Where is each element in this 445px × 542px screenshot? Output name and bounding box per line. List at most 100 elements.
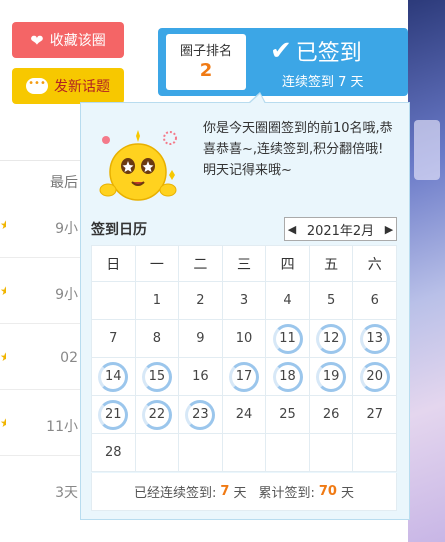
day-number: 21	[98, 399, 129, 430]
total-value: 70	[318, 484, 337, 499]
weekday-label: 五	[309, 246, 354, 282]
day-number: 7	[109, 331, 118, 346]
signed-day-cell: 19	[309, 358, 354, 396]
list-row[interactable]: 3天	[0, 460, 80, 522]
month-selector: ◀ 2021年2月 ▶	[284, 217, 397, 241]
calendar-summary: 已经连续签到: 7 天 累计签到: 70 天	[91, 473, 397, 511]
day-cell: 1	[135, 282, 180, 320]
day-number: 9	[196, 331, 205, 346]
star-icon: ★	[0, 416, 6, 428]
calendar-week-row: 7 8 9 10 11 12 13	[91, 320, 397, 358]
day-cell: 8	[135, 320, 180, 358]
calendar-body: 1 2 3 4 5 6 7 8 9 10 11 12 13 14 15 16 17 18 19 20 21 22 23 24 2…	[91, 282, 397, 472]
signed-label: 已签到	[295, 41, 362, 66]
day-cell: 25	[266, 396, 310, 434]
day-cell: 6	[353, 282, 397, 320]
empty-day-cell	[266, 434, 310, 472]
star-icon: ★	[0, 218, 6, 230]
list-divider	[0, 160, 80, 161]
calendar-week-row: 28	[91, 434, 397, 472]
calendar-week-row: 14 15 16 17 18 19 20	[91, 358, 397, 396]
day-number: 3	[239, 293, 249, 308]
day-number: 6	[370, 293, 379, 308]
rank-value: 2	[199, 60, 213, 81]
day-cell: 28	[92, 434, 136, 472]
signed-status: ✔ 已签到 连续签到 7 天	[270, 35, 400, 90]
day-number: 5	[326, 293, 336, 308]
list-row[interactable]: ★ 02	[0, 328, 80, 390]
row-time: 02	[60, 350, 78, 366]
day-cell: 24	[222, 396, 267, 434]
popup-pointer-inner	[249, 94, 265, 104]
day-number: 2	[196, 293, 205, 308]
new-topic-button[interactable]: ••• 发新话题	[12, 68, 124, 104]
background-artwork	[408, 0, 445, 542]
day-cell: 10	[222, 320, 267, 358]
heart-icon: ❤	[30, 30, 44, 50]
day-number: 1	[152, 293, 161, 308]
day-cell: 4	[266, 282, 310, 320]
star-icon: ★	[0, 350, 6, 362]
day-cell: 7	[92, 320, 136, 358]
rank-label: 圈子排名	[179, 44, 232, 59]
day-cell: 3	[222, 282, 267, 320]
signed-day-cell: 18	[266, 358, 310, 396]
signed-day-cell: 21	[92, 396, 136, 434]
weekday-label: 三	[222, 246, 267, 282]
day-cell: 27	[353, 396, 397, 434]
signin-message: 你是今天圈圈签到的前10名哦,恭喜恭喜~,连续签到,积分翻倍哦!明天记得来哦~	[203, 121, 393, 178]
happy-face-icon	[99, 130, 177, 201]
last-reply-column-header: 最后	[50, 175, 78, 191]
prev-month-icon[interactable]: ◀	[285, 223, 299, 236]
day-number: 11	[272, 323, 303, 354]
day-number: 24	[235, 407, 253, 422]
day-cell: 5	[309, 282, 354, 320]
row-time: 9小	[55, 287, 78, 303]
total-label: 累计签到:	[258, 486, 315, 501]
day-unit: 天	[340, 486, 354, 501]
day-number: 16	[192, 369, 209, 384]
day-unit: 天	[233, 486, 247, 501]
calendar-week-row: 1 2 3 4 5 6	[91, 282, 397, 320]
signed-day-cell: 17	[222, 358, 267, 396]
next-month-icon[interactable]: ▶	[382, 223, 396, 236]
star-icon: ★	[0, 284, 6, 296]
signed-day-cell: 23	[179, 396, 223, 434]
list-row[interactable]: ★ 9小	[0, 196, 80, 258]
favorite-circle-button[interactable]: ❤ 收藏该圈	[12, 22, 124, 58]
checkmark-icon: ✔	[270, 36, 292, 66]
empty-day-cell	[309, 434, 354, 472]
signed-day-cell: 14	[92, 358, 136, 396]
signed-day-cell: 13	[353, 320, 397, 358]
day-cell: 2	[179, 282, 223, 320]
day-number: 20	[359, 361, 390, 392]
weekday-header: 日一二三四五六	[91, 245, 397, 282]
signed-day-cell: 15	[135, 358, 180, 396]
day-number: 12	[316, 323, 347, 354]
weekday-label: 日	[92, 246, 136, 282]
day-cell: 9	[179, 320, 223, 358]
favorite-label: 收藏该圈	[49, 33, 106, 49]
empty-day-cell	[353, 434, 397, 472]
day-number: 14	[98, 361, 129, 392]
signed-day-cell: 11	[266, 320, 310, 358]
day-number: 23	[185, 399, 216, 430]
day-number: 18	[272, 361, 303, 392]
signed-day-cell: 12	[309, 320, 354, 358]
calendar-title: 签到日历	[91, 222, 147, 238]
list-row[interactable]: ★ 9小	[0, 262, 80, 324]
list-row[interactable]: ★ 11小	[0, 394, 80, 456]
day-number: 15	[141, 361, 172, 392]
weekday-label: 一	[135, 246, 180, 282]
calendar-week-row: 21 22 23 24 25 26 27	[91, 396, 397, 434]
new-topic-label: 发新话题	[54, 79, 110, 95]
empty-day-cell	[135, 434, 180, 472]
day-number: 25	[279, 407, 296, 422]
day-number: 17	[228, 361, 259, 392]
signed-day-cell: 20	[353, 358, 397, 396]
empty-day-cell	[222, 434, 267, 472]
calendar-grid: 日一二三四五六 1 2 3 4 5 6 7 8 9 10 11 12 13 14 15 16 17 18 19 20 2…	[91, 245, 397, 472]
current-month: 2021年2月	[306, 223, 375, 239]
day-number: 10	[235, 331, 253, 346]
day-number: 22	[141, 399, 172, 430]
